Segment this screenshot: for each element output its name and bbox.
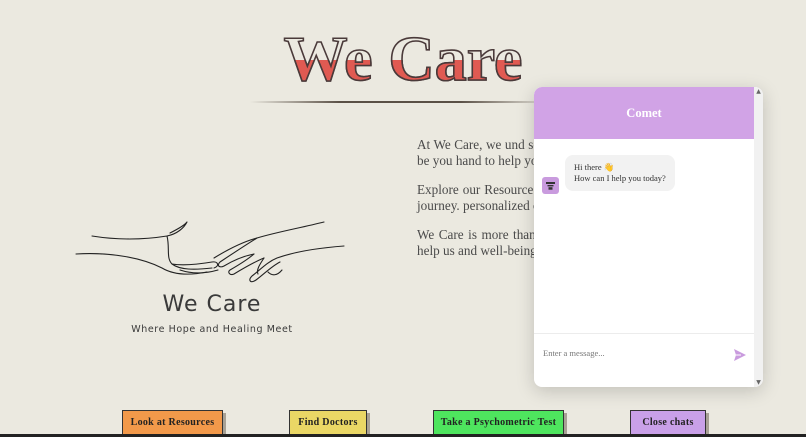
chat-window: Comet Hi there 👋 How can I help you toda… [534,87,763,387]
chat-input-row [534,333,754,387]
hero-title-graphic: We Care We Care [283,22,523,88]
bot-avatar [542,177,559,194]
send-button[interactable] [733,348,747,362]
send-icon [734,349,746,361]
chat-greeting-question: How can I help you today? [574,173,666,183]
chat-message-bubble: Hi there 👋 How can I help you today? [565,155,675,191]
chat-scrollbar[interactable]: ▲ ▼ [754,87,763,387]
scroll-down-arrow-icon[interactable]: ▼ [754,378,763,387]
close-chats-button[interactable]: Close chats [630,410,706,435]
scroll-up-arrow-icon[interactable]: ▲ [754,87,763,96]
look-at-resources-button[interactable]: Look at Resources [122,410,223,435]
chat-title: Comet [626,105,662,120]
title-divider [250,101,550,103]
logo-tagline: Where Hope and Healing Meet [131,324,293,335]
find-doctors-button[interactable]: Find Doctors [289,410,367,435]
chat-header: Comet [534,87,754,139]
psychometric-test-button[interactable]: Take a Psychometric Test [433,410,564,435]
chat-greeting: Hi there 👋 [574,162,615,172]
chat-message-input[interactable] [541,342,725,364]
page: We Care We Care We Care Where Hope and H… [0,0,806,437]
logo: We Care Where Hope and Healing Meet [72,214,352,344]
logo-title: We Care [162,292,262,317]
reaching-hands-icon [75,221,345,283]
robot-icon [546,182,555,190]
hero-title: We Care We Care [0,16,806,88]
